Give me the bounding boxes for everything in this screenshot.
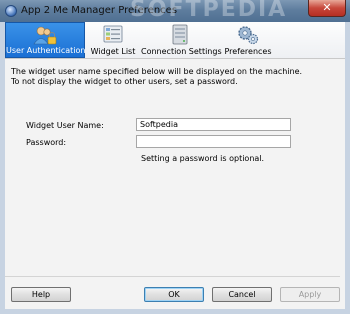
tab-label: Widget List — [90, 47, 136, 56]
preferences-toolbar: User Authentication Widget List Connecti… — [5, 22, 345, 58]
tab-label: User Authentication — [6, 46, 86, 55]
apply-button[interactable]: Apply — [280, 287, 340, 302]
close-button[interactable]: ✕ — [308, 0, 346, 17]
users-lock-icon — [33, 26, 57, 45]
tab-label: Connection Settings — [141, 47, 222, 56]
window-title: App 2 Me Manager Preferences — [21, 5, 178, 16]
tab-connection-settings[interactable]: Connection Settings — [141, 22, 222, 58]
tab-user-authentication[interactable]: User Authentication — [5, 22, 86, 58]
title-bar: App 2 Me Manager Preferences SOFTPEDIA ✕ — [0, 0, 350, 22]
cancel-button[interactable]: Cancel — [212, 287, 272, 302]
username-label: Widget User Name: — [26, 121, 104, 130]
description-line: The widget user name specified below wil… — [11, 67, 303, 76]
password-label: Password: — [26, 138, 67, 147]
password-hint: Setting a password is optional. — [141, 154, 265, 163]
divider — [5, 276, 340, 277]
tab-label: Preferences — [224, 47, 272, 56]
description: The widget user name specified below wil… — [11, 67, 302, 87]
gears-icon — [238, 26, 259, 45]
server-icon — [172, 24, 188, 45]
help-button[interactable]: Help — [11, 287, 71, 302]
tab-preferences[interactable]: Preferences — [221, 22, 275, 58]
ok-button[interactable]: OK — [144, 287, 204, 302]
username-field[interactable] — [136, 118, 291, 131]
app-icon — [5, 5, 17, 17]
password-field[interactable] — [136, 135, 291, 148]
user-authentication-panel: The widget user name specified below wil… — [5, 58, 345, 275]
description-line: To not display the widget to other users… — [11, 77, 238, 86]
tab-widget-list[interactable]: Widget List — [87, 22, 139, 58]
widget-list-icon — [103, 25, 123, 43]
